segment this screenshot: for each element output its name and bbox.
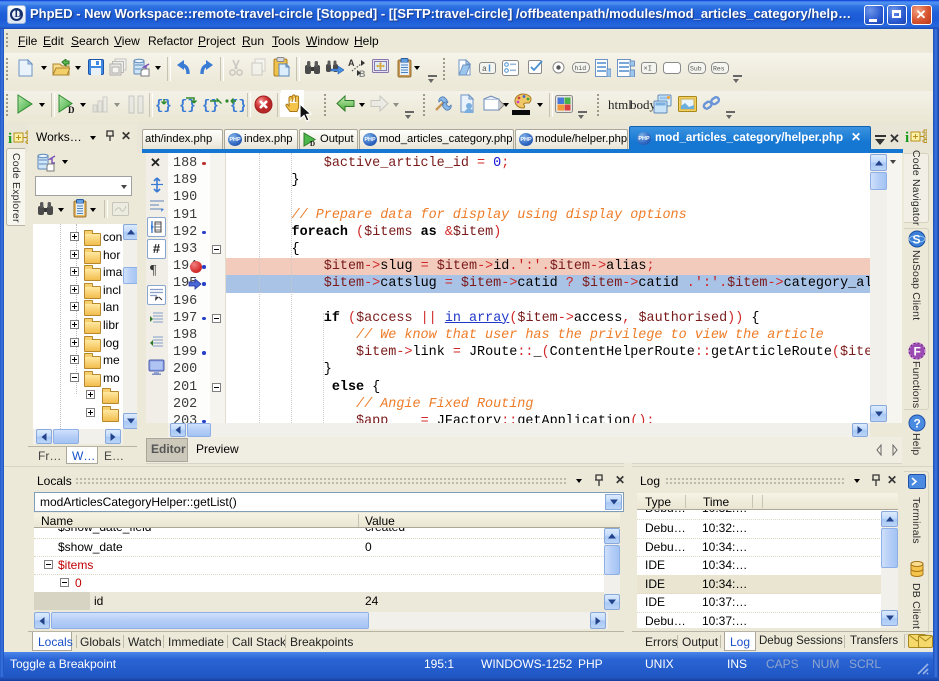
svg-text:i: i [8,131,12,147]
svg-text:D: D [68,105,75,115]
svg-text:A: A [348,58,355,68]
svg-text:hid: hid [575,65,587,72]
svg-text:Sub: Sub [690,66,702,73]
svg-text:D: D [310,140,315,147]
svg-text:Res: Res [713,66,725,73]
svg-text:?: ? [914,417,921,431]
svg-text:F: F [914,345,921,359]
svg-text:a: a [482,65,487,74]
svg-text:i: i [905,130,909,146]
svg-text:×I: ×I [644,66,652,74]
